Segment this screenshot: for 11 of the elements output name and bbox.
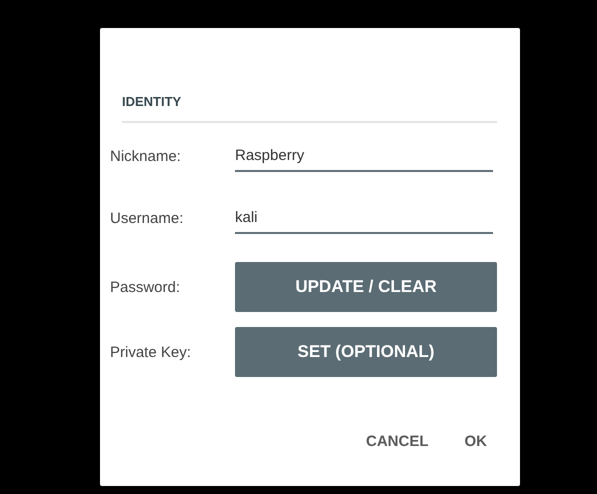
field-label: Password:	[110, 278, 182, 296]
field-label: Username:	[110, 210, 184, 226]
field-label: Private Key:	[110, 344, 192, 360]
action-button[interactable]: UPDATE / CLEAR	[235, 262, 497, 312]
action-button[interactable]: SET (OPTIONAL)	[235, 327, 497, 377]
input-field[interactable]: Raspberry	[235, 140, 493, 172]
input-field[interactable]: kali	[235, 202, 493, 234]
dialog-button[interactable]: CANCEL	[356, 425, 438, 458]
field-label: Nickname:	[110, 148, 182, 164]
section-title: IDENTITY	[122, 94, 182, 109]
dialog-button[interactable]: OK	[454, 425, 497, 458]
